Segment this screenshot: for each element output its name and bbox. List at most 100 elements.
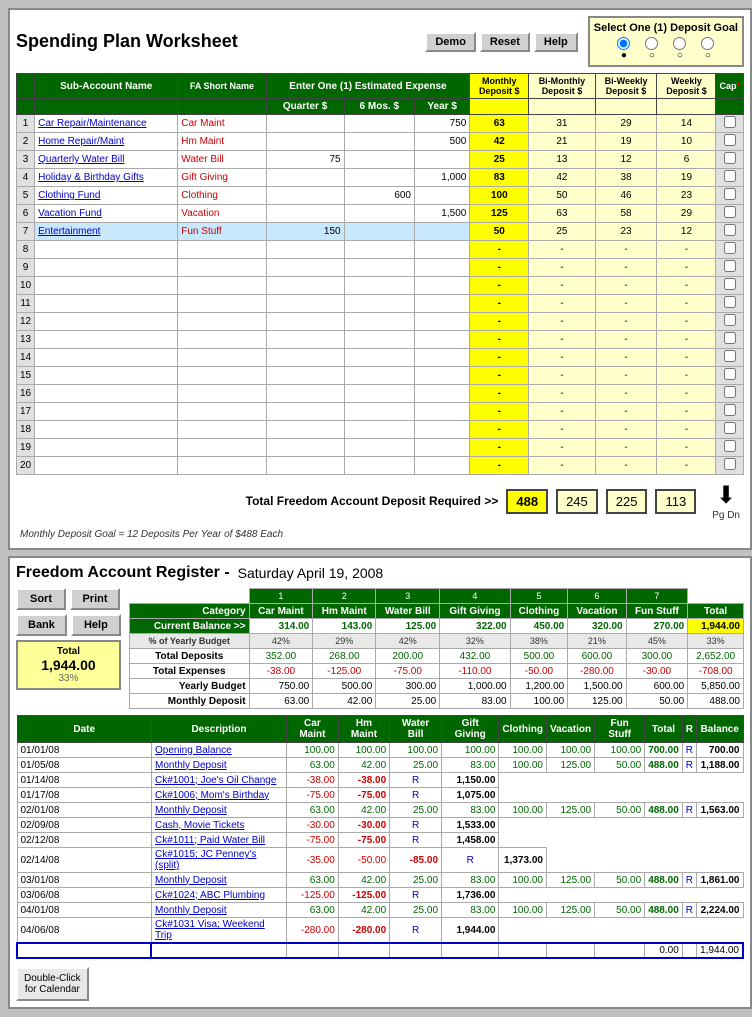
quarter-7[interactable]: 150 <box>266 223 344 241</box>
biweekly-radio[interactable] <box>673 37 686 50</box>
year-17[interactable] <box>415 403 470 421</box>
quarter-11[interactable] <box>266 295 344 313</box>
tx-desc[interactable]: Ck#1031 Visa; Weekend Trip <box>151 918 286 944</box>
quarter-8[interactable] <box>266 241 344 259</box>
cap-2[interactable] <box>716 133 744 151</box>
sixmos-12[interactable] <box>344 313 414 331</box>
sub-account-6[interactable]: Vacation Fund <box>35 205 178 223</box>
cap-9[interactable] <box>716 259 744 277</box>
year-19[interactable] <box>415 439 470 457</box>
weekly-radio[interactable] <box>701 37 714 50</box>
year-12[interactable] <box>415 313 470 331</box>
sixmos-2[interactable] <box>344 133 414 151</box>
cap-20[interactable] <box>716 457 744 475</box>
tx-desc[interactable]: Ck#1001; Joe's Oil Change <box>151 773 286 788</box>
quarter-10[interactable] <box>266 277 344 295</box>
cap-10[interactable] <box>716 277 744 295</box>
quarter-12[interactable] <box>266 313 344 331</box>
sixmos-6[interactable] <box>344 205 414 223</box>
cap-19[interactable] <box>716 439 744 457</box>
tx-desc[interactable]: Cash, Movie Tickets <box>151 818 286 833</box>
sub-account-2[interactable]: Home Repair/Maint <box>35 133 178 151</box>
tx-desc[interactable]: Monthly Deposit <box>151 873 286 888</box>
sub-account-4[interactable]: Holiday & Birthday Gifts <box>35 169 178 187</box>
sixmos-7[interactable] <box>344 223 414 241</box>
quarter-20[interactable] <box>266 457 344 475</box>
year-1[interactable]: 750 <box>415 115 470 133</box>
sixmos-14[interactable] <box>344 349 414 367</box>
input-fun[interactable] <box>595 943 645 958</box>
year-16[interactable] <box>415 385 470 403</box>
cap-12[interactable] <box>716 313 744 331</box>
quarter-16[interactable] <box>266 385 344 403</box>
year-20[interactable] <box>415 457 470 475</box>
cap-13[interactable] <box>716 331 744 349</box>
cap-8[interactable] <box>716 241 744 259</box>
demo-button[interactable]: Demo <box>425 32 476 52</box>
quarter-2[interactable] <box>266 133 344 151</box>
input-desc[interactable] <box>151 943 286 958</box>
sixmos-20[interactable] <box>344 457 414 475</box>
quarter-14[interactable] <box>266 349 344 367</box>
quarter-17[interactable] <box>266 403 344 421</box>
year-6[interactable]: 1,500 <box>415 205 470 223</box>
sixmos-17[interactable] <box>344 403 414 421</box>
cap-15[interactable] <box>716 367 744 385</box>
cap-5[interactable] <box>716 187 744 205</box>
tx-desc[interactable]: Monthly Deposit <box>151 803 286 818</box>
year-18[interactable] <box>415 421 470 439</box>
year-5[interactable] <box>415 187 470 205</box>
sixmos-4[interactable] <box>344 169 414 187</box>
monthly-radio[interactable] <box>617 37 630 50</box>
reset-button[interactable]: Reset <box>480 32 530 52</box>
sub-account-3[interactable]: Quarterly Water Bill <box>35 151 178 169</box>
year-14[interactable] <box>415 349 470 367</box>
biweekly-radio-item[interactable]: ○ <box>673 37 686 61</box>
bank-button[interactable]: Bank <box>16 614 67 636</box>
sixmos-3[interactable] <box>344 151 414 169</box>
print-button[interactable]: Print <box>70 588 120 610</box>
cap-17[interactable] <box>716 403 744 421</box>
cap-4[interactable] <box>716 169 744 187</box>
year-3[interactable] <box>415 151 470 169</box>
cap-11[interactable] <box>716 295 744 313</box>
tx-desc[interactable]: Opening Balance <box>151 743 286 758</box>
help-button[interactable]: Help <box>534 32 578 52</box>
sixmos-15[interactable] <box>344 367 414 385</box>
cap-14[interactable] <box>716 349 744 367</box>
bimonthly-radio[interactable] <box>645 37 658 50</box>
cap-18[interactable] <box>716 421 744 439</box>
input-gift[interactable] <box>442 943 499 958</box>
input-car[interactable] <box>286 943 338 958</box>
input-hm[interactable] <box>338 943 389 958</box>
quarter-6[interactable] <box>266 205 344 223</box>
input-date[interactable] <box>17 943 151 958</box>
tx-desc[interactable]: Monthly Deposit <box>151 903 286 918</box>
tx-desc[interactable]: Ck#1006; Mom's Birthday <box>151 788 286 803</box>
tx-desc[interactable]: Ck#1011; Paid Water Bill <box>151 833 286 848</box>
cap-1[interactable] <box>716 115 744 133</box>
input-vacation[interactable] <box>546 943 594 958</box>
cap-3[interactable] <box>716 151 744 169</box>
sixmos-8[interactable] <box>344 241 414 259</box>
sixmos-5[interactable]: 600 <box>344 187 414 205</box>
input-clothing[interactable] <box>499 943 547 958</box>
sort-button[interactable]: Sort <box>16 588 66 610</box>
cap-16[interactable] <box>716 385 744 403</box>
cap-6[interactable] <box>716 205 744 223</box>
year-7[interactable] <box>415 223 470 241</box>
year-13[interactable] <box>415 331 470 349</box>
sixmos-16[interactable] <box>344 385 414 403</box>
desc-input[interactable] <box>155 945 282 956</box>
tx-desc[interactable]: Monthly Deposit <box>151 758 286 773</box>
quarter-19[interactable] <box>266 439 344 457</box>
quarter-5[interactable] <box>266 187 344 205</box>
sixmos-1[interactable] <box>344 115 414 133</box>
sub-account-5[interactable]: Clothing Fund <box>35 187 178 205</box>
year-2[interactable]: 500 <box>415 133 470 151</box>
quarter-3[interactable]: 75 <box>266 151 344 169</box>
quarter-9[interactable] <box>266 259 344 277</box>
date-input[interactable] <box>21 945 147 956</box>
year-10[interactable] <box>415 277 470 295</box>
sub-account-1[interactable]: Car Repair/Maintenance <box>35 115 178 133</box>
